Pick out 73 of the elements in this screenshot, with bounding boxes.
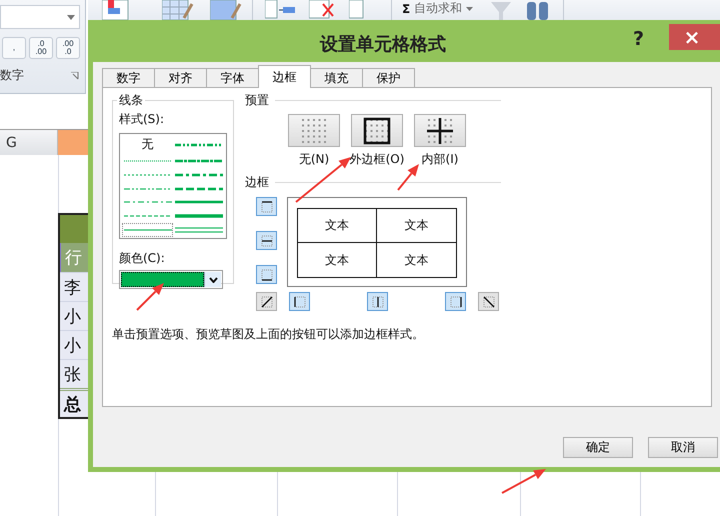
table-brush-icon[interactable] — [162, 0, 196, 20]
dropdown-button[interactable] — [204, 272, 221, 287]
table-header-cell — [60, 215, 90, 243]
line-style-option[interactable]: 无 — [122, 135, 173, 154]
style-label: 样式(S): — [119, 111, 166, 128]
border-toggle-button[interactable] — [256, 231, 277, 250]
line-style-icon — [174, 198, 222, 206]
preset-button[interactable] — [351, 114, 403, 147]
cross-grid-icon — [426, 116, 454, 144]
dialog-button[interactable]: 确定 — [563, 437, 633, 458]
number-format-button[interactable]: .0 .00 — [29, 37, 53, 59]
dialog-button[interactable]: 取消 — [648, 437, 718, 458]
border-toggle-button[interactable] — [445, 292, 466, 311]
tab[interactable]: 填充 — [310, 68, 363, 87]
line-style-option[interactable] — [122, 223, 173, 237]
dotted-grid-icon — [300, 116, 328, 144]
preview-text: 文本 — [325, 217, 349, 234]
annotation-arrow — [397, 164, 419, 191]
border-toggle-button[interactable] — [478, 292, 499, 311]
tab[interactable]: 边框 — [258, 65, 311, 88]
color-label: 颜色(C): — [119, 250, 166, 267]
preset-label: 无(N) — [298, 151, 330, 168]
annotation-arrow — [502, 469, 546, 494]
border-toggle-button[interactable] — [256, 197, 277, 216]
preset-button[interactable] — [414, 114, 466, 147]
annotation-arrow — [136, 283, 164, 311]
group-label: 数字 — [0, 67, 24, 84]
number-format-button[interactable]: .00 .0 — [56, 37, 80, 59]
format-brush-icon[interactable] — [210, 0, 244, 20]
number-format-combo[interactable] — [0, 5, 80, 29]
number-format-button[interactable]: , — [2, 37, 26, 59]
caret-icon — [67, 14, 75, 20]
window-title: 设置单元格格式 — [318, 33, 447, 56]
sigma-icon[interactable]: Σ — [402, 2, 410, 16]
help-button[interactable]: ? — [633, 20, 669, 50]
caret-icon — [466, 6, 474, 10]
line-style-icon — [174, 226, 222, 234]
border-toggle-button[interactable] — [256, 265, 277, 284]
table-cell: 行 — [60, 243, 90, 272]
delete-cells-icon[interactable] — [265, 0, 297, 20]
preview-text: 文本 — [404, 252, 428, 268]
border-toggle-button[interactable] — [367, 292, 388, 311]
tab[interactable]: 对齐 — [154, 68, 207, 87]
border-line-icon — [260, 294, 274, 308]
preview-text: 文本 — [404, 217, 428, 234]
tab[interactable]: 数字 — [102, 68, 155, 87]
style-none-label: 无 — [142, 136, 154, 153]
close-button[interactable]: × — [669, 24, 720, 50]
tab[interactable]: 保护 — [362, 68, 415, 87]
chevron-down-icon — [208, 276, 218, 282]
section-label: 边框 — [245, 174, 269, 191]
hint-text: 单击预置选项、预览草图及上面的按钮可以添加边框样式。 — [112, 326, 425, 343]
section-label: 预置 — [245, 92, 269, 109]
column-header[interactable]: G — [0, 130, 58, 155]
outline-square-icon — [363, 116, 391, 144]
dialog-launcher-icon[interactable] — [71, 72, 79, 80]
tab[interactable]: 字体 — [206, 68, 259, 87]
table-cell: 小 — [60, 301, 90, 330]
group-title: 线条 — [118, 92, 144, 109]
border-toggle-button[interactable] — [289, 292, 310, 311]
table-cell: 小 — [60, 330, 90, 359]
preset-label: 内部(I) — [422, 151, 458, 168]
preview-text: 文本 — [325, 252, 349, 268]
table-cell: 张 — [60, 359, 90, 388]
table-cell: 总 — [60, 388, 90, 417]
border-preview[interactable]: 文本 文本 文本 文本 — [287, 197, 467, 287]
autosum-label[interactable]: 自动求和 — [414, 0, 462, 17]
border-toggle-button[interactable] — [256, 292, 277, 311]
preset-label: 外边框(O) — [350, 151, 404, 168]
table-cell: 李 — [60, 272, 90, 301]
border-line-icon — [482, 294, 496, 308]
line-style-icon — [174, 212, 222, 220]
color-dropdown[interactable] — [119, 270, 223, 289]
